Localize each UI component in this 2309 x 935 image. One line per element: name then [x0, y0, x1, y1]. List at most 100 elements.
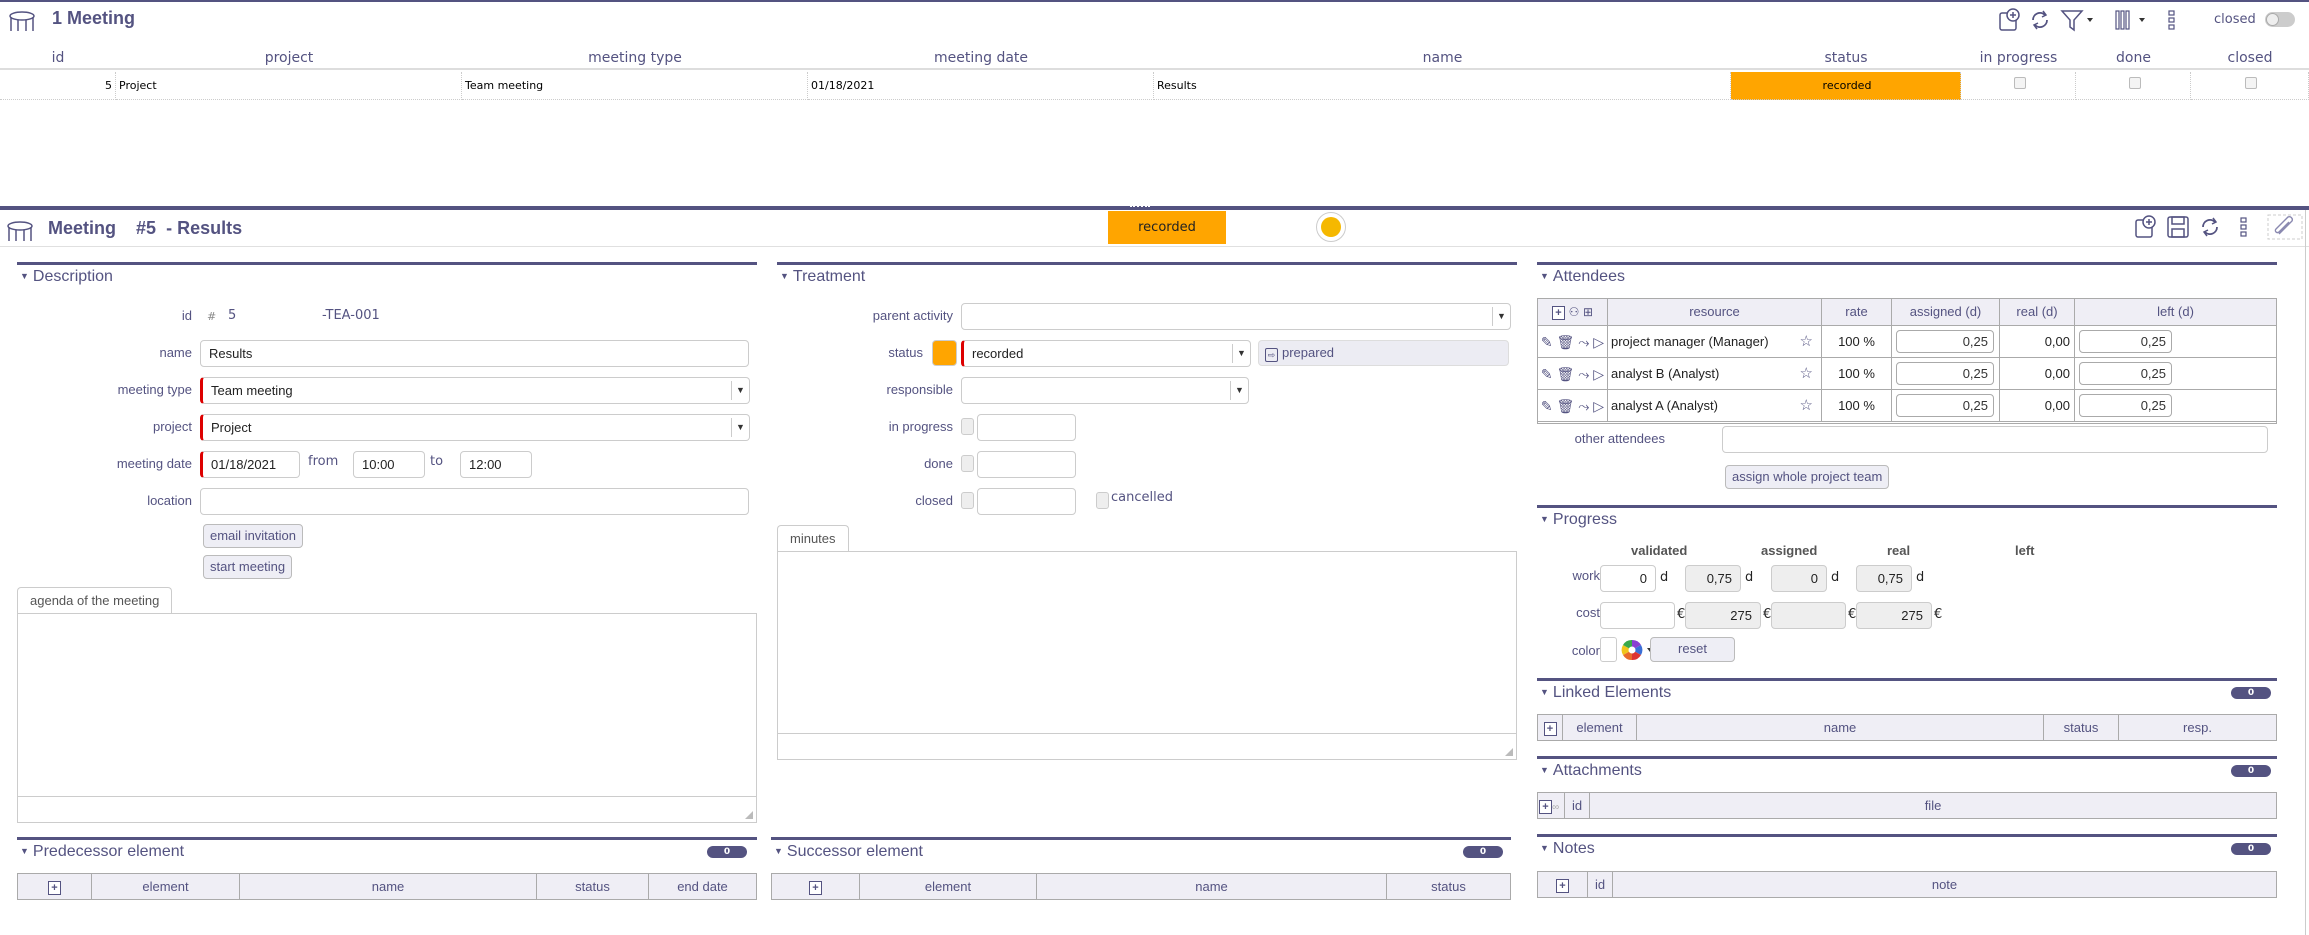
resize-handle[interactable] — [1505, 748, 1513, 756]
star-icon[interactable]: ☆ — [1800, 326, 1813, 358]
left-input[interactable]: 0,25 — [2079, 330, 2172, 353]
column-header-project[interactable]: project — [116, 46, 462, 70]
add-note-icon[interactable]: + — [1556, 879, 1569, 893]
attendees-section-header[interactable]: ▼ Attendees — [1540, 268, 1625, 286]
refresh-icon[interactable] — [2028, 8, 2052, 32]
project-select[interactable]: Project ▼ — [200, 414, 750, 441]
column-header-name[interactable]: name — [1154, 46, 1731, 70]
add-icon[interactable]: + — [48, 881, 61, 895]
chevron-down-icon[interactable]: ▼ — [731, 418, 749, 437]
left-input[interactable]: 0,25 — [2079, 394, 2172, 417]
columns-icon[interactable] — [2114, 8, 2148, 32]
edit-icon[interactable]: ✎ — [1541, 398, 1553, 414]
to-time-input[interactable]: 12:00 — [460, 451, 532, 478]
location-input[interactable] — [200, 488, 749, 515]
assigned-input[interactable]: 0,25 — [1896, 330, 1994, 353]
chevron-down-icon[interactable]: ▼ — [1232, 344, 1250, 363]
status-select[interactable]: recorded ▼ — [961, 340, 1251, 367]
star-icon[interactable]: ☆ — [1800, 358, 1813, 390]
predecessor-section-header[interactable]: ▼ Predecessor element — [20, 843, 184, 861]
column-header-meeting-type[interactable]: meeting type — [462, 46, 808, 70]
attendee-row[interactable]: ✎ 🗑 ⤳ ▷ analyst B (Analyst) ☆ 100 % 0,25 0,00… — [1538, 358, 2276, 390]
done-date-input[interactable] — [977, 451, 1076, 478]
minutes-editor[interactable] — [777, 551, 1517, 760]
resize-handle[interactable] — [745, 811, 753, 819]
more-options-icon[interactable] — [2238, 215, 2250, 239]
in-progress-checkbox[interactable] — [961, 418, 974, 435]
attachment-icon[interactable] — [2267, 214, 2303, 240]
new-item-icon[interactable] — [1998, 8, 2022, 32]
expand-icon[interactable]: ▷ — [1593, 334, 1604, 350]
edit-icon[interactable]: ✎ — [1541, 366, 1553, 382]
responsible-select[interactable]: ▼ — [961, 377, 1249, 404]
attachments-section-header[interactable]: ▼ Attachments — [1540, 762, 1642, 780]
assign-whole-project-team-button[interactable]: assign whole project team — [1725, 465, 1890, 489]
other-attendees-input[interactable] — [1722, 426, 2268, 453]
start-meeting-button[interactable]: start meeting — [203, 555, 293, 579]
save-icon[interactable] — [2166, 215, 2190, 239]
new-item-icon[interactable] — [2134, 215, 2158, 239]
closed-date-input[interactable] — [977, 488, 1076, 515]
treatment-section-header[interactable]: ▼ Treatment — [780, 268, 865, 286]
splitter-grip[interactable] — [1130, 205, 1150, 208]
column-header-in-progress[interactable]: in progress — [1961, 46, 2076, 70]
add-file-icon[interactable]: + — [1539, 800, 1552, 814]
assigned-input[interactable]: 0,25 — [1896, 362, 1994, 385]
transfer-icon[interactable]: ⤳ — [1578, 334, 1589, 350]
column-header-done[interactable]: done — [2076, 46, 2191, 70]
progress-section-header[interactable]: ▼ Progress — [1540, 511, 1617, 529]
left-input[interactable]: 0,25 — [2079, 362, 2172, 385]
name-input[interactable]: Results — [200, 340, 749, 367]
email-invitation-button[interactable]: email invitation — [203, 524, 303, 548]
refresh-icon[interactable] — [2198, 215, 2222, 239]
agenda-editor[interactable] — [17, 613, 757, 823]
add-attendee-icon[interactable]: + — [1551, 306, 1565, 320]
add-icon[interactable]: + — [1543, 722, 1557, 736]
delete-icon[interactable]: 🗑 — [1557, 334, 1575, 350]
cost-validated-input[interactable] — [1600, 602, 1675, 629]
expand-icon[interactable]: ▷ — [1593, 398, 1604, 414]
chevron-down-icon[interactable]: ▼ — [1230, 381, 1248, 400]
notes-section-header[interactable]: ▼ Notes — [1540, 840, 1595, 858]
column-header-status[interactable]: status — [1731, 46, 1961, 70]
parent-activity-select[interactable]: ▼ — [961, 303, 1511, 330]
delete-icon[interactable]: 🗑 — [1557, 366, 1575, 382]
expand-icon[interactable]: ▷ — [1593, 366, 1604, 382]
more-options-icon[interactable] — [2166, 8, 2178, 32]
delete-icon[interactable]: 🗑 — [1557, 398, 1575, 414]
chevron-down-icon[interactable]: ▼ — [731, 381, 749, 400]
tab-agenda[interactable]: agenda of the meeting — [17, 587, 173, 614]
done-checkbox[interactable] — [961, 455, 974, 472]
from-time-input[interactable]: 10:00 — [353, 451, 425, 478]
chevron-down-icon[interactable]: ▼ — [1492, 307, 1510, 326]
add-icon[interactable]: + — [809, 881, 822, 895]
transfer-icon[interactable]: ⤳ — [1578, 366, 1589, 382]
add-group-icon[interactable]: ⚇ — [1569, 305, 1580, 319]
attendee-row[interactable]: ✎ 🗑 ⤳ ▷ project manager (Manager) ☆ 100 % 0,… — [1538, 326, 2276, 358]
color-swatch[interactable] — [1600, 637, 1617, 662]
description-section-header[interactable]: ▼ Description — [20, 268, 113, 286]
pane-splitter[interactable] — [0, 206, 2309, 210]
meeting-date-input[interactable]: 01/18/2021 — [200, 451, 300, 478]
cancelled-checkbox[interactable] — [1096, 492, 1109, 509]
transfer-icon[interactable]: ⤳ — [1578, 398, 1589, 414]
assigned-input[interactable]: 0,25 — [1896, 394, 1994, 417]
column-header-meeting-date[interactable]: meeting date — [808, 46, 1154, 70]
edit-icon[interactable]: ✎ — [1541, 334, 1553, 350]
linked-elements-section-header[interactable]: ▼ Linked Elements — [1540, 684, 1671, 702]
next-status-button[interactable]: ⇨ prepared — [1258, 340, 1509, 366]
tab-minutes[interactable]: minutes — [777, 525, 849, 552]
meeting-type-select[interactable]: Team meeting ▼ — [200, 377, 750, 404]
work-validated-input[interactable]: 0 — [1600, 565, 1656, 592]
link-icon[interactable]: ∞ — [1552, 802, 1559, 813]
star-icon[interactable]: ☆ — [1800, 390, 1813, 422]
column-header-closed[interactable]: closed — [2191, 46, 2309, 70]
reset-color-button[interactable]: reset — [1650, 637, 1735, 662]
in-progress-date-input[interactable] — [977, 414, 1076, 441]
column-header-id[interactable]: id — [0, 46, 116, 70]
successor-section-header[interactable]: ▼ Successor element — [774, 843, 923, 861]
add-team-icon[interactable]: ⊞ — [1583, 305, 1593, 319]
attendee-row[interactable]: ✎ 🗑 ⤳ ▷ analyst A (Analyst) ☆ 100 % 0,25 0,00… — [1538, 390, 2276, 422]
show-closed-toggle[interactable] — [2265, 12, 2295, 27]
closed-checkbox[interactable] — [961, 492, 974, 509]
